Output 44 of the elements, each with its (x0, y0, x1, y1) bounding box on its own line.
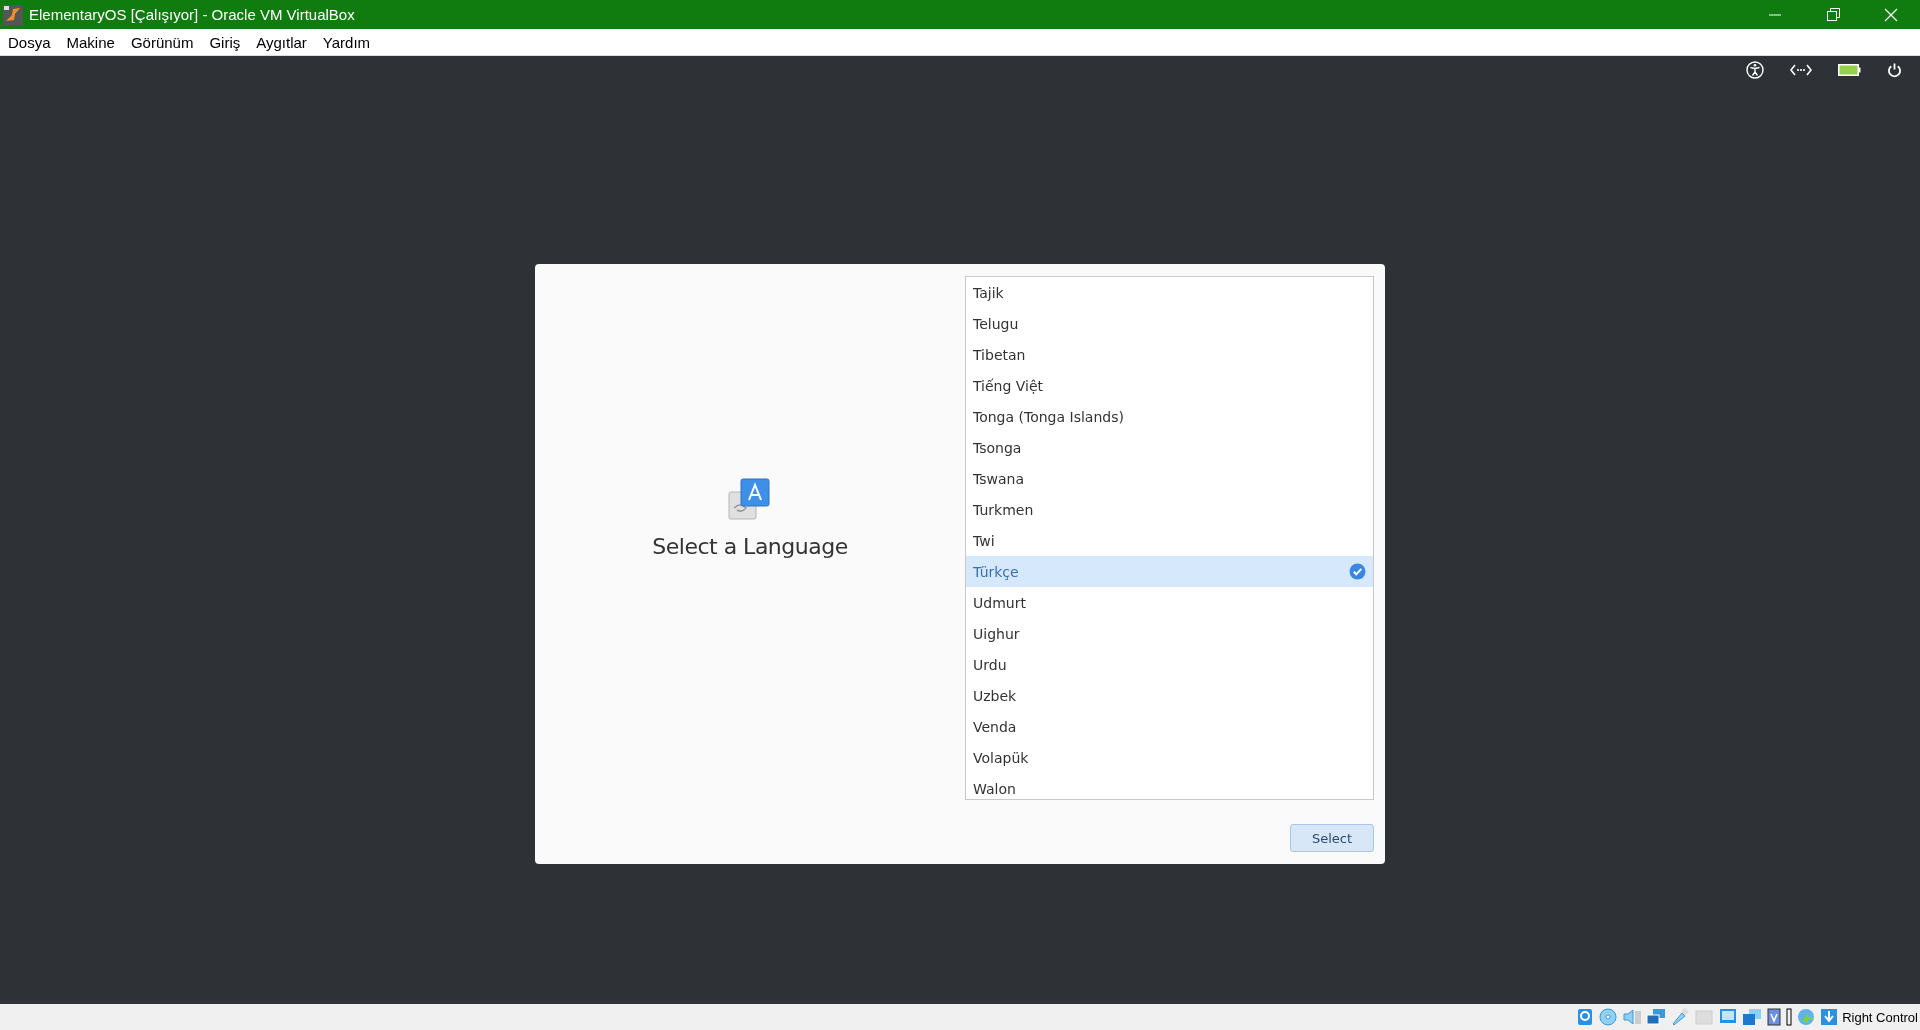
audio-icon[interactable] (1622, 1008, 1643, 1026)
host-key-label: Right Control (1842, 1009, 1918, 1025)
optical-disc-icon[interactable] (1598, 1008, 1619, 1026)
language-item[interactable]: Urdu (966, 649, 1373, 680)
usb-icon[interactable] (1670, 1008, 1691, 1026)
accessibility-icon[interactable] (1746, 61, 1764, 79)
menu-item[interactable]: Aygıtlar (248, 33, 315, 51)
network-adapter-icon[interactable] (1646, 1008, 1667, 1026)
check-icon (1349, 563, 1366, 580)
battery-icon[interactable] (1838, 64, 1861, 76)
language-item[interactable]: Tswana (966, 463, 1373, 494)
language-item[interactable]: Telugu (966, 308, 1373, 339)
power-icon[interactable] (1887, 62, 1902, 78)
language-item[interactable]: Walon (966, 773, 1373, 804)
language-item[interactable]: Tibetan (966, 339, 1373, 370)
window-title: ElementaryOS [Çalışıyor] - Oracle VM VirtualBox (29, 6, 356, 23)
language-item[interactable]: Udmurt (966, 587, 1373, 618)
menu-item[interactable]: Makine (58, 33, 123, 51)
language-item[interactable]: Türkçe (966, 556, 1373, 587)
language-item[interactable]: Tiếng Việt (966, 370, 1373, 401)
language-item[interactable]: Tajik (966, 277, 1373, 308)
language-item[interactable]: Tonga (Tonga Islands) (966, 401, 1373, 432)
windows-icon[interactable] (1742, 1008, 1763, 1026)
chip-icon[interactable] (1766, 1008, 1783, 1026)
bracket-icon[interactable] (1786, 1008, 1793, 1026)
language-item[interactable]: Turkmen (966, 494, 1373, 525)
dialog-heading: Select a Language (652, 533, 848, 559)
language-icon (728, 477, 772, 520)
language-item[interactable]: Twi (966, 525, 1373, 556)
menu-item[interactable]: Dosya (0, 33, 59, 51)
language-item[interactable]: Uighur (966, 618, 1373, 649)
select-button[interactable]: Select (1290, 824, 1374, 852)
language-item[interactable]: Uzbek (966, 680, 1373, 711)
menu-item[interactable]: Yardım (314, 33, 379, 51)
language-item[interactable]: Tsonga (966, 432, 1373, 463)
language-item[interactable]: Venda (966, 711, 1373, 742)
app-logo-icon (3, 4, 23, 25)
close-icon (1884, 7, 1898, 22)
restore-icon (1826, 8, 1840, 21)
network-icon[interactable] (1790, 64, 1812, 76)
display-icon[interactable] (1718, 1008, 1739, 1026)
menu-item[interactable]: Görünüm (122, 33, 202, 51)
menu-item[interactable]: Giriş (201, 33, 249, 51)
language-item[interactable]: Volapük (966, 742, 1373, 773)
